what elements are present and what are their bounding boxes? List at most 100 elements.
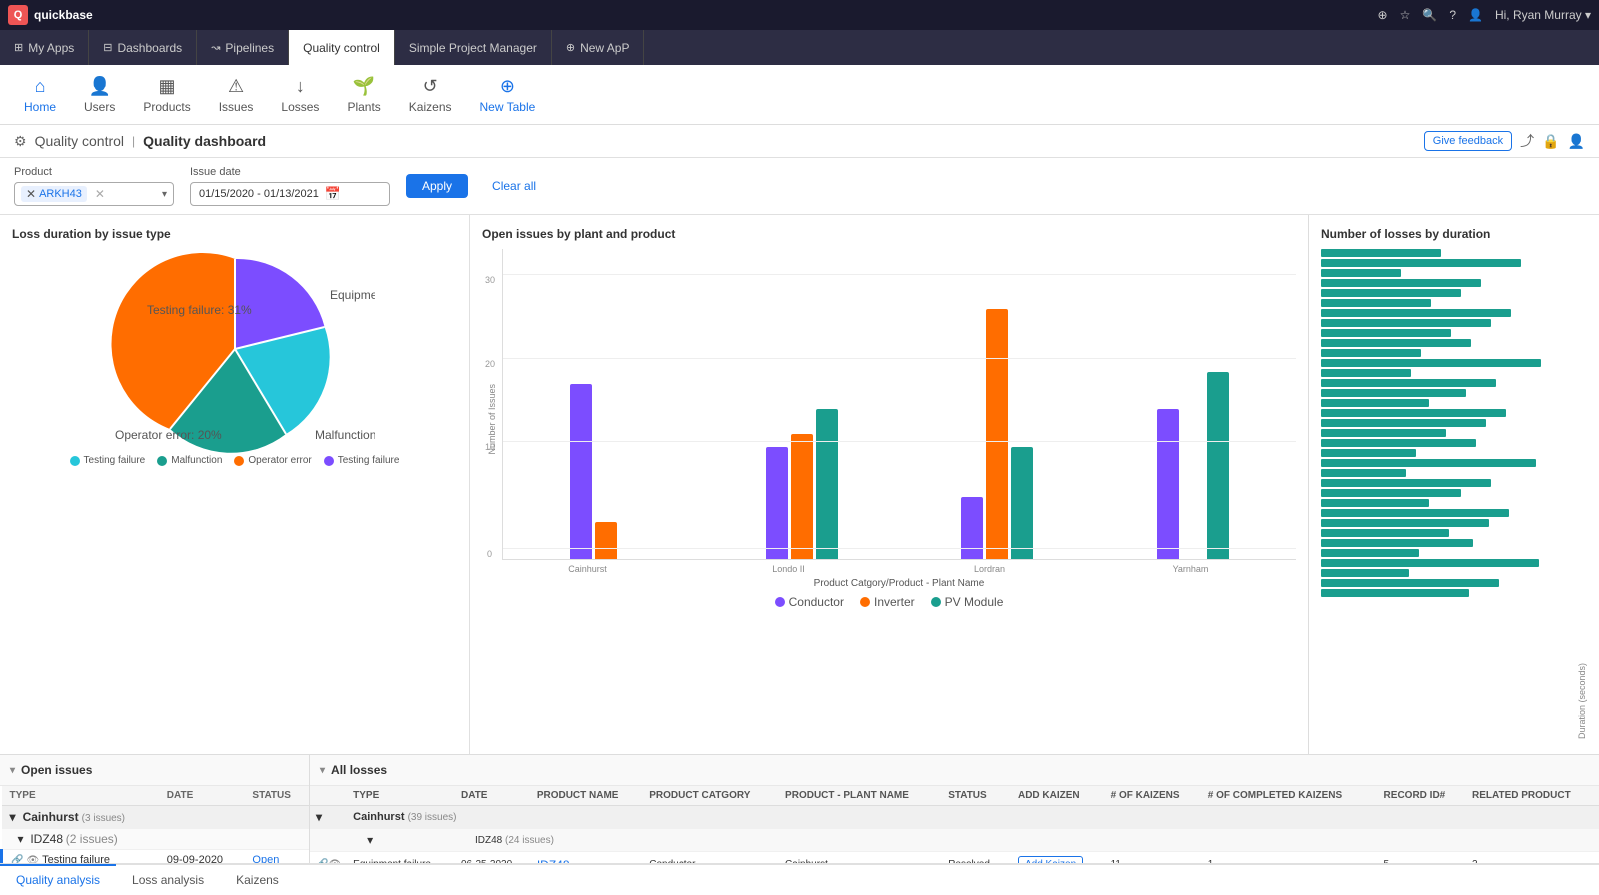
open-issues-chevron[interactable]: ▾ <box>10 765 15 776</box>
settings-icon[interactable]: ⚙ <box>14 133 27 150</box>
tab-simple-project[interactable]: Simple Project Manager <box>395 30 552 65</box>
expand-cainhurst[interactable]: ▾ <box>316 810 322 824</box>
help-icon[interactable]: ? <box>1449 8 1456 22</box>
nav-users[interactable]: 👤 Users <box>72 70 127 120</box>
product-tag: ✕ ARKH43 <box>21 186 87 202</box>
bar-yarnham-conductor <box>1157 409 1179 559</box>
all-losses-chevron[interactable]: ▾ <box>320 765 325 776</box>
tab-new-app-label: New ApP <box>580 41 629 55</box>
legend-conductor-label: Conductor <box>789 595 844 609</box>
losses-icon: ↓ <box>296 76 305 97</box>
pipelines-icon: ↝ <box>211 41 220 54</box>
lock-icon[interactable]: 🔒 <box>1542 133 1559 150</box>
star-icon[interactable]: ☆ <box>1400 8 1411 22</box>
tab-quality-control[interactable]: Quality control <box>289 30 395 65</box>
user-greeting[interactable]: Hi, Ryan Murray ▾ <box>1495 8 1591 22</box>
col-date-header: DATE <box>455 786 531 806</box>
svg-text:Operator error: 20%: Operator error: 20% <box>115 428 222 442</box>
bar-yarnham-pv <box>1207 372 1229 560</box>
col-record-header: RECORD ID# <box>1378 786 1466 806</box>
col-product-cat-header: PRODUCT CATGORY <box>643 786 779 806</box>
nav-home[interactable]: ⌂ Home <box>12 70 68 120</box>
nav-users-label: Users <box>84 100 115 114</box>
bar-lordran-inverter <box>986 309 1008 559</box>
dashboards-icon: ⊟ <box>103 41 112 54</box>
expand-idz48-losses[interactable]: ▾ <box>367 833 373 847</box>
tab-kaizens[interactable]: Kaizens <box>220 864 295 894</box>
nav-products[interactable]: ▦ Products <box>131 70 202 120</box>
bar-x-axis-label: Product Catgory/Product - Plant Name <box>502 578 1296 589</box>
give-feedback-button[interactable]: Give feedback <box>1424 131 1512 151</box>
legend-conductor: Conductor <box>775 595 844 609</box>
loss-type-1: Equipment failure <box>347 852 455 864</box>
duration-bars-container <box>1321 249 1573 739</box>
products-icon: ▦ <box>159 76 176 97</box>
product-filter-label: Product <box>14 166 174 178</box>
table-row: ▾ Cainhurst (39 issues) <box>310 806 1599 829</box>
nav-plants[interactable]: 🌱 Plants <box>335 70 392 120</box>
table-row: ▾ Cainhurst (3 issues) <box>2 806 310 829</box>
tab-new-app[interactable]: ⊕ New ApP <box>552 30 645 65</box>
table-row: 🔗👁Testing failure 09-09-2020 Open <box>2 850 310 864</box>
profile-action-icon[interactable]: 👤 <box>1568 133 1585 150</box>
add-kaizen-btn-1[interactable]: Add Kaizen <box>1018 856 1083 863</box>
top-bar: Q quickbase ⊕ ☆ 🔍 ? 👤 Hi, Ryan Murray ▾ <box>0 0 1599 30</box>
chevron-cainhurst[interactable]: ▾ <box>10 810 16 824</box>
loss-record-1: 5 <box>1378 852 1466 864</box>
chevron-idz48[interactable]: ▾ <box>18 832 24 846</box>
apply-button[interactable]: Apply <box>406 174 468 198</box>
legend-inverter: Inverter <box>860 595 915 609</box>
breadcrumb-actions: Give feedback ⤴ 🔒 👤 <box>1424 131 1585 151</box>
users-icon: 👤 <box>88 76 110 97</box>
tab-dashboards-label: Dashboards <box>117 41 182 55</box>
tag-clear-icon[interactable]: ✕ <box>95 187 105 201</box>
bar-lordran-pv <box>1011 447 1033 560</box>
duration-chart-title: Number of losses by duration <box>1321 227 1587 241</box>
nav-losses-label: Losses <box>281 100 319 114</box>
top-actions: ⊕ ☆ 🔍 ? 👤 Hi, Ryan Murray ▾ <box>1378 8 1591 22</box>
product-dropdown-arrow[interactable]: ▾ <box>162 189 167 200</box>
tab-quality-analysis[interactable]: Quality analysis <box>0 864 116 894</box>
nav-losses[interactable]: ↓ Losses <box>269 70 331 120</box>
legend-dot-equipment <box>70 456 80 466</box>
table-row: ▾ IDZ48 (2 issues) <box>2 829 310 850</box>
x-label-londo: Londo II <box>703 564 874 574</box>
calendar-icon[interactable]: 📅 <box>325 186 341 202</box>
bar-chart-legend: Conductor Inverter PV Module <box>482 595 1296 609</box>
nav-new-table[interactable]: ⊕ New Table <box>468 70 548 120</box>
x-label-cainhurst: Cainhurst <box>502 564 673 574</box>
bar-londo-conductor <box>766 447 788 560</box>
pie-chart-section: Loss duration by issue type <box>0 215 470 754</box>
loss-kaizens-1: 11 <box>1105 852 1202 864</box>
open-issues-title: Open issues <box>21 763 92 777</box>
home-icon: ⌂ <box>35 76 46 97</box>
duration-y-label: Duration (seconds) <box>1577 249 1587 739</box>
kaizens-icon: ↺ <box>423 76 438 97</box>
date-filter: Issue date 01/15/2020 - 01/13/2021 📅 <box>190 166 390 206</box>
app-logo[interactable]: Q quickbase <box>8 5 93 25</box>
bar-londo-inverter <box>791 434 813 559</box>
loss-plant-1: Cainhurst <box>779 852 942 864</box>
tab-my-apps[interactable]: ⊞ My Apps <box>0 30 89 65</box>
tag-remove-icon[interactable]: ✕ <box>26 187 36 201</box>
product-tag-value: ARKH43 <box>39 188 82 200</box>
tab-loss-analysis[interactable]: Loss analysis <box>116 864 220 894</box>
col-status-header: STATUS <box>942 786 1012 806</box>
bar-chart-section: Open issues by plant and product Number … <box>470 215 1309 754</box>
legend-dot-conductor <box>775 597 785 607</box>
tab-dashboards[interactable]: ⊟ Dashboards <box>89 30 197 65</box>
issue-date: 09-09-2020 <box>159 850 245 864</box>
date-range-input[interactable]: 01/15/2020 - 01/13/2021 📅 <box>190 182 390 206</box>
tab-quality-control-label: Quality control <box>303 41 380 55</box>
share-icon[interactable]: ⤴ <box>1520 131 1534 151</box>
add-icon[interactable]: ⊕ <box>1378 8 1388 22</box>
product-tag-input[interactable]: ✕ ARKH43 ✕ ▾ <box>14 182 174 206</box>
nav-issues[interactable]: ⚠ Issues <box>207 70 266 120</box>
legend-pv-module: PV Module <box>931 595 1004 609</box>
search-icon[interactable]: 🔍 <box>1422 8 1437 22</box>
tab-pipelines[interactable]: ↝ Pipelines <box>197 30 289 65</box>
nav-kaizens[interactable]: ↺ Kaizens <box>397 70 464 120</box>
clear-all-button[interactable]: Clear all <box>484 174 544 198</box>
nav-products-label: Products <box>143 100 190 114</box>
profile-icon[interactable]: 👤 <box>1468 8 1483 22</box>
